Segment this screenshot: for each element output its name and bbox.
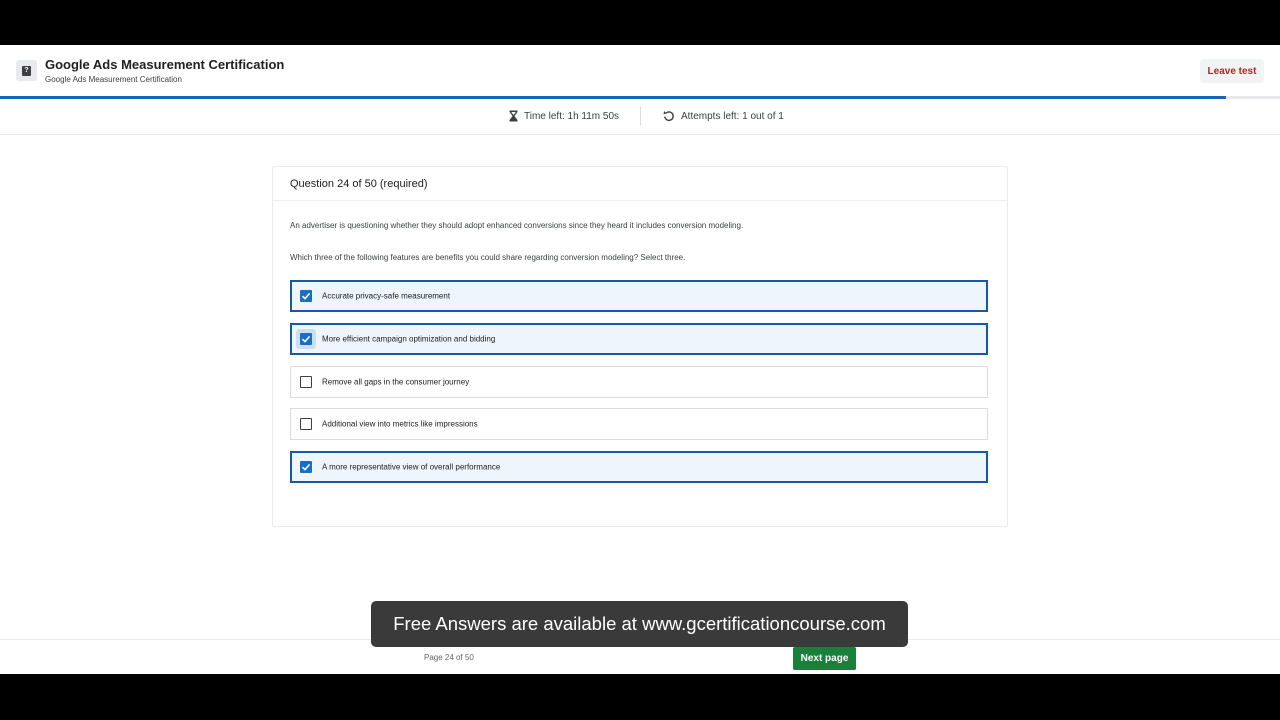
answer-option-label: Remove all gaps in the consumer journey xyxy=(322,377,470,387)
answer-option[interactable]: Additional view into metrics like impres… xyxy=(290,408,988,440)
checkmark-icon xyxy=(301,463,311,471)
answer-option[interactable]: Remove all gaps in the consumer journey xyxy=(290,366,988,398)
question-header: Question 24 of 50 (required) xyxy=(273,167,1007,201)
time-left-text: Time left: 1h 11m 50s xyxy=(524,110,620,122)
attempts-left-status: Attempts left: 1 out of 1 xyxy=(663,110,784,122)
question-number: Question 24 of 50 (required) xyxy=(290,178,428,190)
attempts-left-text: Attempts left: 1 out of 1 xyxy=(681,110,784,122)
checkbox[interactable] xyxy=(300,461,312,473)
time-left-status: Time left: 1h 11m 50s xyxy=(509,110,619,122)
header-bar: ? Google Ads Measurement Certification G… xyxy=(0,45,1280,99)
promo-caption-banner: Free Answers are available at www.gcerti… xyxy=(371,601,908,647)
refresh-icon xyxy=(663,111,674,122)
checkbox[interactable] xyxy=(300,376,312,388)
status-divider xyxy=(640,107,641,125)
answer-option[interactable]: Accurate privacy-safe measurement xyxy=(290,280,988,312)
checkbox[interactable] xyxy=(300,418,312,430)
answer-option-label: A more representative view of overall pe… xyxy=(322,462,501,472)
hourglass-icon xyxy=(509,110,518,122)
page-subtitle: Google Ads Measurement Certification xyxy=(45,75,182,84)
answer-option-label: More efficient campaign optimization and… xyxy=(322,334,496,344)
leave-test-button[interactable]: Leave test xyxy=(1200,59,1264,83)
page-title: Google Ads Measurement Certification xyxy=(45,57,285,72)
status-bar: Time left: 1h 11m 50s Attempts left: 1 o… xyxy=(0,99,1280,135)
answer-option-label: Additional view into metrics like impres… xyxy=(322,419,478,429)
answer-option[interactable]: A more representative view of overall pe… xyxy=(290,451,988,483)
question-prompt: Which three of the following features ar… xyxy=(290,253,686,262)
course-book-icon: ? xyxy=(16,60,37,81)
page-indicator: Page 24 of 50 xyxy=(424,653,474,662)
question-card: Question 24 of 50 (required) An advertis… xyxy=(272,166,1008,527)
question-scenario: An advertiser is questioning whether the… xyxy=(290,221,744,230)
checkbox[interactable] xyxy=(300,333,312,345)
checkmark-icon xyxy=(301,335,311,343)
answer-option[interactable]: More efficient campaign optimization and… xyxy=(290,323,988,355)
checkbox[interactable] xyxy=(300,290,312,302)
test-window: ? Google Ads Measurement Certification G… xyxy=(0,45,1280,674)
next-page-button[interactable]: Next page xyxy=(793,647,856,670)
answer-option-label: Accurate privacy-safe measurement xyxy=(322,291,451,301)
checkmark-icon xyxy=(301,292,311,300)
